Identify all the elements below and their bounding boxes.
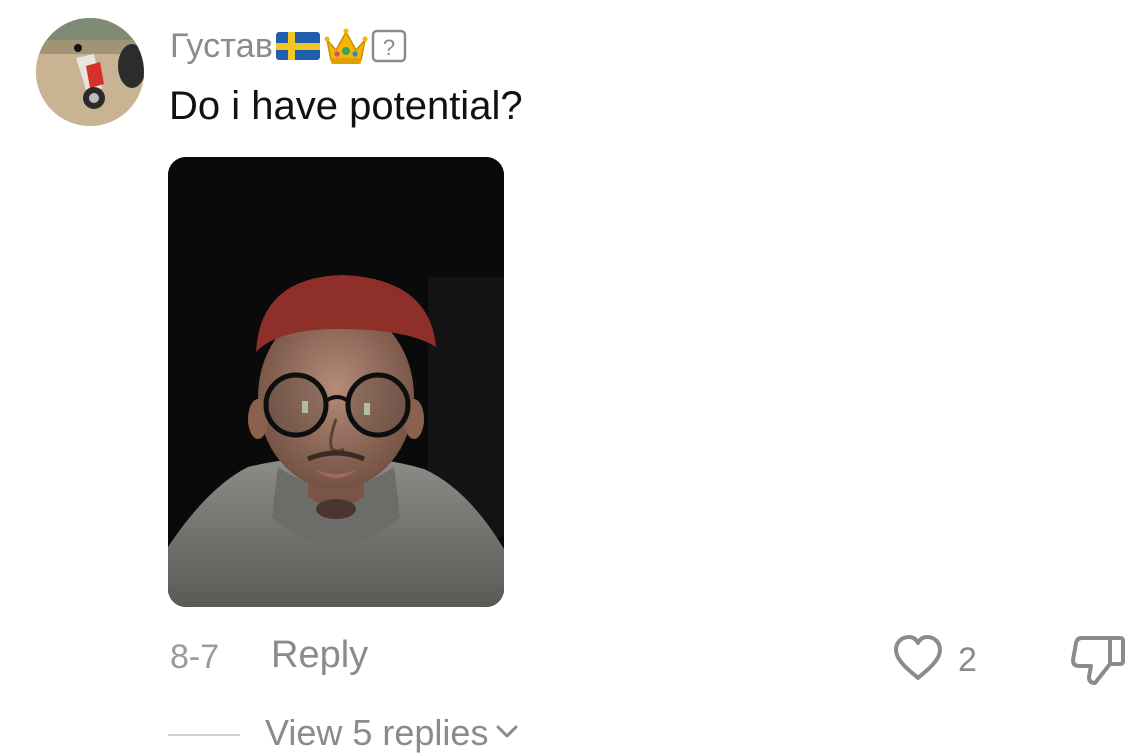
thumbs-down-icon[interactable] <box>1070 636 1126 692</box>
username[interactable]: Густав <box>170 27 273 66</box>
view-replies-button[interactable]: View 5 replies <box>265 712 520 754</box>
crown-icon <box>323 26 369 66</box>
comment-text: Do i have potential? <box>169 84 523 128</box>
comment-date: 8-7 <box>170 638 220 676</box>
reply-button[interactable]: Reply <box>271 634 368 677</box>
chevron-down-icon <box>494 718 520 749</box>
replies-divider <box>168 734 240 736</box>
svg-text:?: ? <box>383 35 395 60</box>
attached-photo[interactable] <box>168 157 504 607</box>
unknown-glyph-icon: ? <box>371 29 407 63</box>
view-replies-label: View 5 replies <box>265 712 489 753</box>
dislike-button[interactable] <box>1070 632 1126 693</box>
like-count: 2 <box>958 641 977 679</box>
heart-outline-icon[interactable] <box>892 634 944 687</box>
avatar[interactable] <box>36 18 144 126</box>
like-button[interactable]: 2 <box>892 634 977 687</box>
sweden-flag-icon <box>275 31 321 61</box>
username-row: Густав ? <box>170 24 407 68</box>
